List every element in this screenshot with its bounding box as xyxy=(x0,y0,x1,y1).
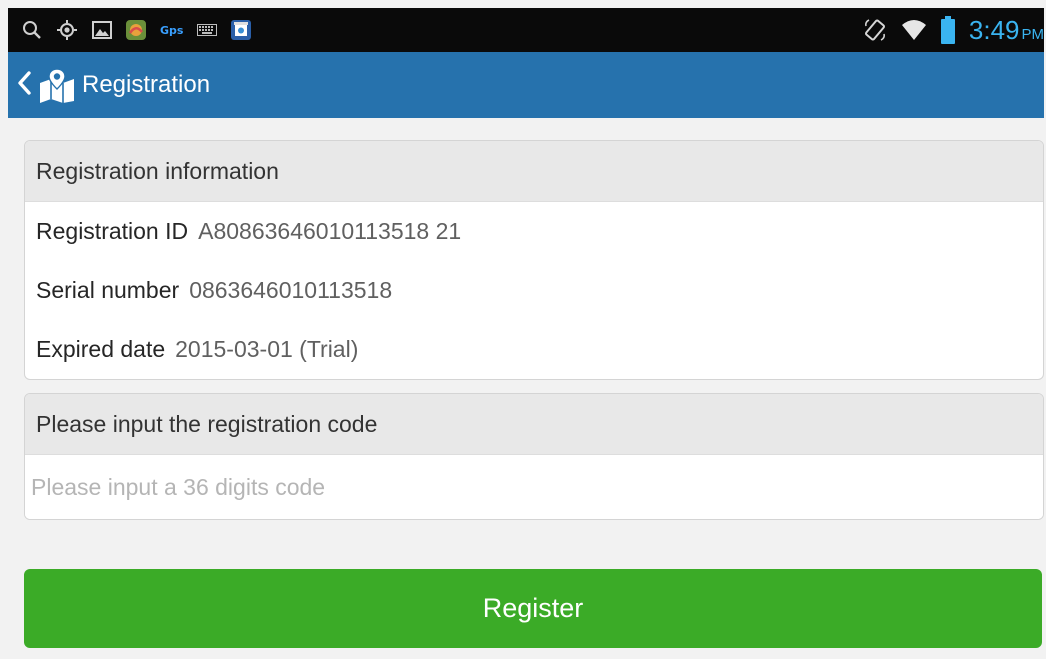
wifi-icon xyxy=(901,19,927,41)
register-button[interactable]: Register xyxy=(24,569,1042,648)
back-button[interactable] xyxy=(8,52,76,118)
page-title: Registration xyxy=(82,71,211,98)
registration-info-header: Registration information xyxy=(25,141,1043,202)
status-bar-right: 3:49 PM xyxy=(863,15,1044,46)
registration-screen: Gps 3:49 PM Registration Registration in… xyxy=(0,0,1046,659)
expired-date-label: Expired date xyxy=(36,336,166,362)
registration-id-row: Registration ID A80863646010113518 21 xyxy=(25,202,1043,261)
status-clock: 3:49 PM xyxy=(969,15,1044,46)
battery-icon xyxy=(940,16,955,44)
image-icon xyxy=(92,21,112,39)
serial-number-value: 0863646010113518 xyxy=(189,277,393,303)
app-bar: Registration xyxy=(8,52,1044,118)
app-icon xyxy=(126,20,146,40)
status-bar-left: Gps xyxy=(8,19,252,41)
registration-id-label: Registration ID xyxy=(36,218,189,244)
clock-time: 3:49 xyxy=(968,14,1020,45)
serial-number-label: Serial number xyxy=(36,277,180,303)
expired-date-row: Expired date 2015-03-01 (Trial) xyxy=(25,320,1043,379)
keyboard-icon xyxy=(197,24,218,36)
registration-code-input[interactable] xyxy=(25,455,1043,519)
map-pin-logo-icon xyxy=(38,67,76,103)
registration-code-header: Please input the registration code xyxy=(25,394,1043,455)
gps-label: Gps xyxy=(160,23,184,37)
expired-date-value: 2015-03-01 (Trial) xyxy=(175,336,359,362)
registration-id-value: A80863646010113518 21 xyxy=(198,218,462,244)
registration-info-card: Registration information Registration ID… xyxy=(24,140,1044,380)
registration-code-card: Please input the registration code xyxy=(24,393,1044,520)
status-bar: Gps 3:49 PM xyxy=(8,8,1044,52)
search-icon xyxy=(22,20,42,40)
serial-number-row: Serial number 0863646010113518 xyxy=(25,261,1043,320)
chevron-left-icon xyxy=(16,70,32,101)
rotation-icon xyxy=(863,18,887,42)
clock-ampm: PM xyxy=(1021,25,1045,43)
store-icon xyxy=(231,20,252,40)
location-target-icon xyxy=(56,19,78,41)
